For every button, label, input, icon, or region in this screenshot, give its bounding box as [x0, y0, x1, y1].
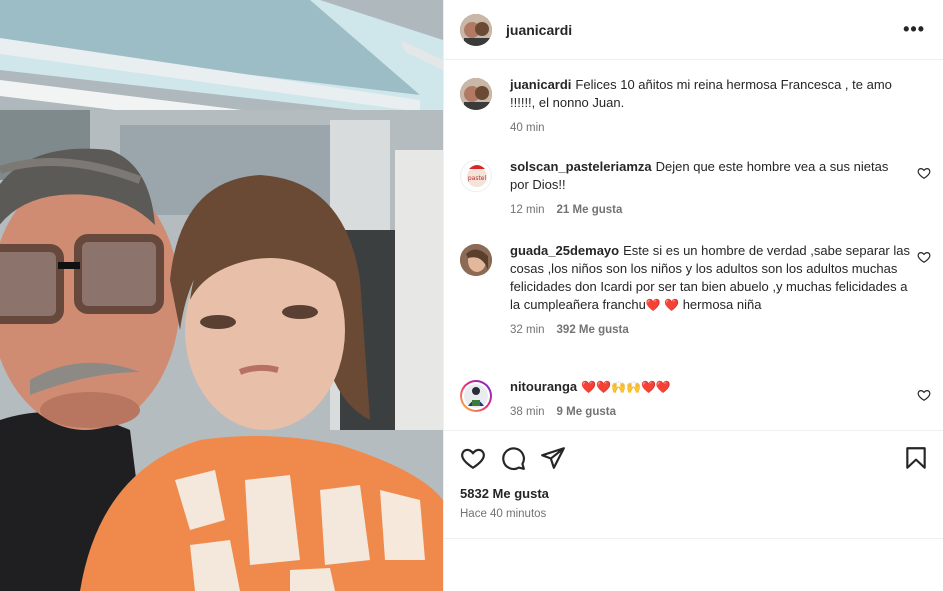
hearts-emoji: ❤️ ❤️ — [645, 298, 680, 312]
paper-plane-icon[interactable] — [540, 445, 566, 471]
photo-illustration — [0, 0, 443, 591]
post-actions — [444, 430, 943, 487]
comment-likes[interactable]: 9 Me gusta — [557, 406, 616, 418]
avatar-image: pastel — [461, 161, 491, 191]
comment-username[interactable]: nitouranga — [510, 379, 577, 394]
comment-likes[interactable]: 21 Me gusta — [557, 204, 623, 216]
comment-likes[interactable]: 392 Me gusta — [557, 324, 629, 336]
heart-icon[interactable] — [917, 250, 931, 264]
comment-time[interactable]: 32 min — [510, 324, 545, 336]
comment-body: solscan_pasteleriamza Dejen que este homb… — [510, 158, 910, 219]
comment-item: guada_25demayo Este si es un hombre de ve… — [460, 242, 931, 339]
comment-username[interactable]: guada_25demayo — [510, 243, 619, 258]
post-time[interactable]: Hace 40 minutos — [460, 508, 546, 520]
post-side-panel: juanicardi ••• juanicardi Felices 10 añit… — [443, 0, 943, 591]
hearts-emoji: ❤️❤️🙌🙌❤️❤️ — [581, 380, 671, 394]
comment-meta: 38 min 9 Me gusta — [510, 403, 910, 421]
likes-count[interactable]: 5832 Me gusta — [460, 486, 549, 501]
comment-time[interactable]: 38 min — [510, 406, 545, 418]
avatar-image — [462, 382, 490, 410]
comment-body: nitouranga ❤️❤️🙌🙌❤️❤️ 38 min 9 Me gusta — [510, 378, 910, 421]
caption-username[interactable]: juanicardi — [510, 77, 571, 92]
caption-time[interactable]: 40 min — [510, 122, 545, 134]
caption-avatar[interactable] — [460, 78, 492, 110]
svg-text:pastel: pastel — [468, 175, 487, 182]
commenter-avatar[interactable] — [460, 244, 492, 276]
comment-time[interactable]: 12 min — [510, 204, 545, 216]
comment-body: guada_25demayo Este si es un hombre de ve… — [510, 242, 910, 339]
post-photo[interactable] — [0, 0, 443, 591]
author-avatar[interactable] — [460, 13, 492, 46]
post-header: juanicardi ••• — [444, 0, 943, 60]
caption-body: juanicardi Felices 10 añitos mi reina her… — [510, 76, 910, 137]
caption-meta: 40 min — [510, 119, 910, 137]
comment-text-tail: hermosa niña — [682, 297, 762, 312]
heart-icon[interactable] — [460, 445, 486, 471]
heart-icon[interactable] — [917, 388, 931, 402]
commenter-avatar[interactable] — [460, 380, 492, 412]
heart-icon[interactable] — [917, 166, 931, 180]
comment-bubble-icon[interactable] — [500, 445, 526, 471]
comment-username[interactable]: solscan_pasteleriamza — [510, 159, 652, 174]
caption: juanicardi Felices 10 añitos mi reina her… — [460, 76, 931, 137]
more-options-icon[interactable]: ••• — [903, 20, 925, 38]
commenter-avatar[interactable]: pastel — [460, 160, 492, 192]
comment-item: pastel solscan_pasteleriamza Dejen que es… — [460, 158, 931, 219]
avatar-image — [460, 244, 492, 276]
bookmark-icon[interactable] — [903, 445, 929, 471]
avatar-image — [460, 78, 492, 110]
comment-meta: 12 min 21 Me gusta — [510, 201, 910, 219]
author-username[interactable]: juanicardi — [506, 22, 572, 38]
avatar-image — [460, 13, 492, 46]
comment-meta: 32 min 392 Me gusta — [510, 321, 910, 339]
divider — [444, 538, 943, 539]
comment-item: nitouranga ❤️❤️🙌🙌❤️❤️ 38 min 9 Me gusta — [460, 378, 931, 421]
instagram-post: juanicardi ••• juanicardi Felices 10 añit… — [0, 0, 943, 591]
